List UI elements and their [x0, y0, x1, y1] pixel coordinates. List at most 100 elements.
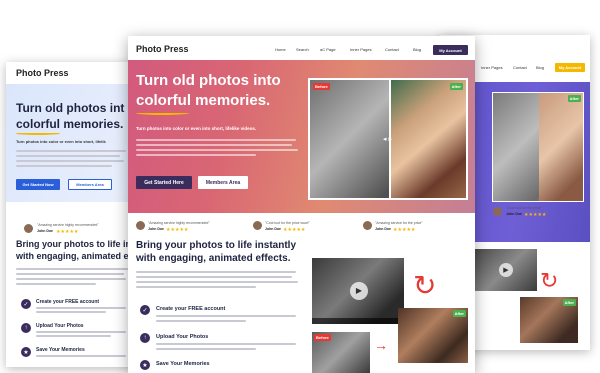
testimonial-1-stars: ★★★★★: [166, 227, 189, 233]
right-hero-photo: After: [492, 92, 584, 202]
hero-text-line: [136, 144, 292, 146]
left-feature-3-title: Save Your Memories: [36, 347, 85, 353]
testimonial-2-quote: "Cool tool for the price wow!": [265, 221, 310, 225]
hero-title-line2: colorful memories.: [136, 92, 271, 109]
feature-2-text: [156, 348, 256, 350]
section-text-line: [136, 276, 292, 278]
main-page-preview: Photo Press Home Search aC Page Inner Pa…: [128, 36, 475, 373]
right-testimonial-quote: "Cool tool for the price": [506, 206, 542, 210]
left-testimonial-avatar: [24, 224, 33, 233]
testimonial-3-avatar: [363, 221, 372, 230]
hero-title-underline: [136, 111, 189, 115]
left-testimonial-name: John Doe: [37, 229, 53, 233]
left-feature-1-title: Create your FREE account: [36, 299, 100, 305]
get-started-button[interactable]: Get Started Here: [136, 176, 192, 189]
testimonial-1-avatar: [136, 221, 145, 230]
nav-item-blog[interactable]: Blog: [413, 48, 421, 52]
testimonial-2-stars: ★★★★★: [283, 227, 306, 233]
before-photo-small: Before: [312, 332, 370, 373]
left-feature-2-text: [36, 331, 126, 333]
left-hero-text-line: [16, 150, 126, 152]
nav-item-contact[interactable]: Contact: [385, 48, 399, 52]
hero-section: Turn old photos into colorful memories. …: [128, 60, 475, 213]
right-nav-item-contact[interactable]: Contact: [513, 66, 527, 70]
testimonial-2-avatar: [253, 221, 262, 230]
brand-name: Photo Press: [136, 44, 189, 54]
right-nav-item-inner[interactable]: Inner Pages: [481, 66, 503, 70]
right-video-thumbnail: ▶: [475, 249, 537, 291]
section-title-line2: with engaging, animated effects.: [136, 253, 291, 264]
video-thumbnail: ▶: [312, 258, 404, 324]
section-text-line: [136, 286, 256, 288]
left-hero-text-line: [16, 165, 112, 167]
nav-item-inner-pages[interactable]: Inner Pages: [350, 48, 372, 52]
testimonial-3-quote: "Amazing service for the price": [375, 221, 423, 225]
right-account-button[interactable]: My Account: [555, 63, 585, 72]
feature-2-text: [156, 343, 296, 345]
nav-item-search[interactable]: Search: [296, 48, 309, 52]
after-badge: After: [449, 83, 463, 90]
testimonial-1-name: John Doe: [148, 227, 164, 231]
play-icon[interactable]: ▶: [350, 282, 368, 300]
divider-handle-icon[interactable]: ◂ ▸: [383, 136, 392, 143]
left-hero-text-line: [16, 155, 120, 157]
left-page-preview: Photo Press Turn old photos int colorful…: [6, 62, 136, 367]
left-testimonial-stars: ★★★★★: [56, 229, 79, 235]
left-brand-logo: Photo Press: [16, 69, 69, 78]
feature-2-title: Upload Your Photos: [156, 334, 209, 340]
left-feature-3-icon: ★: [21, 347, 31, 357]
section-text-line: [136, 271, 296, 273]
feature-1-text: [156, 315, 296, 317]
feature-1-text: [156, 320, 246, 322]
account-button[interactable]: My Account: [433, 45, 468, 55]
right-testimonial-name: John Doe: [506, 212, 522, 216]
left-feature-1-text: [36, 311, 106, 313]
right-testimonial-avatar: [493, 207, 502, 216]
left-feature-2-title: Upload Your Photos: [36, 323, 84, 329]
left-feature-2-icon: ↑: [21, 323, 31, 333]
right-after-badge: After: [567, 95, 581, 102]
left-hero-subtitle: Turn photos into color or even into shor…: [16, 139, 106, 144]
right-after-badge-2: After: [562, 299, 576, 306]
left-feature-1-icon: ✓: [21, 299, 31, 309]
left-get-started-button[interactable]: Get Started Now: [16, 179, 60, 190]
testimonial-1-quote: "Amazing service highly recommended": [148, 221, 210, 225]
left-feature-3-text: [36, 355, 126, 357]
small-arrow-icon: →: [374, 337, 388, 353]
left-brand-name: Photo Press: [16, 68, 69, 78]
hero-text-line: [136, 139, 296, 141]
nav-item-home[interactable]: Home: [275, 48, 286, 52]
brand-logo: Photo Press: [136, 45, 189, 54]
left-testimonial-quote: "Amazing service highly recommended": [37, 223, 99, 227]
video-controls[interactable]: [312, 318, 404, 324]
right-arrow-icon: ↻: [540, 268, 559, 293]
left-title-underline: [16, 132, 60, 135]
left-feature-1-text: [36, 307, 126, 309]
section-text-line: [136, 281, 298, 283]
left-members-button[interactable]: Members Area: [68, 179, 112, 190]
left-section-text-line: [16, 283, 96, 285]
left-hero-text-line: [16, 160, 124, 162]
hero-subtitle: Turn photos into color or even into shor…: [136, 126, 257, 131]
photo-color-half: [390, 80, 466, 198]
showcase-collage: Inner Pages Contact Blog My Account Afte…: [0, 0, 600, 373]
left-section-text-line: [16, 278, 126, 280]
feature-3-icon: ★: [140, 360, 150, 370]
before-after-photo: ◂ ▸ Before After: [308, 78, 468, 200]
right-nav-item-blog[interactable]: Blog: [536, 66, 544, 70]
feature-2-icon: ↑: [140, 333, 150, 343]
left-hero-background: Turn old photos int colorful memories. T…: [6, 84, 136, 202]
nav-item-page[interactable]: aC Page: [320, 48, 336, 52]
left-section-title-line2: with engaging, animated effect: [16, 251, 136, 261]
left-feature-2-text: [36, 335, 111, 337]
right-hero-photo-color-half: [539, 93, 583, 201]
feature-1-icon: ✓: [140, 305, 150, 315]
section-title-line1: Bring your photos to life instantly: [136, 240, 296, 251]
hero-text-line: [136, 154, 256, 156]
right-play-icon[interactable]: ▶: [499, 263, 513, 277]
members-area-button[interactable]: Members Area: [198, 176, 248, 189]
left-section-text-line: [16, 268, 128, 270]
left-section-text-line: [16, 273, 124, 275]
curved-arrow-icon: ↻: [413, 270, 437, 301]
right-testimonial-stars: ★★★★★: [524, 212, 547, 218]
